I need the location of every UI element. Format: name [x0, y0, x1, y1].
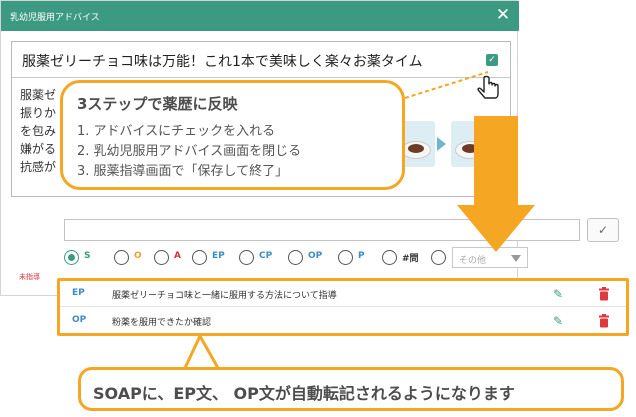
dialog-titlebar: 乳幼児服用アドバイス ✕ — [1, 1, 519, 31]
radio-circle — [288, 250, 303, 265]
radio-label: CP — [259, 251, 273, 261]
soap-radio-group: S O A EP CP OP P #問 — [64, 248, 624, 268]
result-callout: SOAPに、EP文、 OP文が自動転記されるようになります — [78, 367, 624, 411]
row-text: 服薬ゼリーチョコ味と一緒に服用する方法について指導 — [112, 291, 337, 301]
radio-label: S — [84, 251, 91, 261]
radio-circle — [114, 250, 129, 265]
advice-header: 服薬ゼリーチョコ味は万能！これ1本で美味しく楽々お薬タイム ✓ — [12, 42, 510, 78]
steps-heading: 3ステップで薬歴に反映 — [77, 95, 238, 113]
steps-callout: 3ステップで薬歴に反映 1. アドバイスにチェックを入れる 2. 乳幼児服用アド… — [60, 80, 405, 190]
radio-label: EP — [212, 251, 225, 261]
pencil-icon[interactable]: ✎ — [551, 287, 565, 301]
table-row[interactable]: EP 服薬ゼリーチョコ味と一緒に服用する方法について指導 ✎ — [60, 281, 626, 307]
soap-entries: EP 服薬ゼリーチョコ味と一緒に服用する方法について指導 ✎ OP 粉薬を服用で… — [57, 278, 629, 336]
result-message: SOAPに、EP文、 OP文が自動転記されるようになります — [93, 384, 515, 403]
row-text: 粉薬を服用できたか確認 — [112, 318, 212, 328]
arrow-icon — [437, 137, 446, 151]
bowl-image — [451, 121, 489, 167]
chevron-down-icon — [511, 255, 521, 262]
radio-label: P — [358, 251, 365, 261]
row-code: EP — [72, 288, 85, 298]
radio-label: A — [174, 251, 181, 261]
advice-title: 服薬ゼリーチョコ味は万能！これ1本で美味しく楽々お薬タイム — [22, 54, 423, 70]
step-item: 3. 服薬指導画面で「保存して終了」 — [77, 164, 289, 179]
radio-circle — [64, 250, 79, 265]
advice-checkbox[interactable]: ✓ — [486, 54, 498, 66]
radio-label: OP — [308, 251, 323, 261]
other-select-value: その他 — [459, 256, 487, 266]
radio-label: #問 — [402, 254, 419, 264]
radio-circle — [431, 250, 446, 265]
step-item: 2. 乳幼児服用アドバイス画面を閉じる — [77, 144, 302, 159]
trash-icon[interactable] — [598, 287, 610, 301]
radio-label: O — [134, 251, 142, 261]
soap-text-input[interactable] — [64, 219, 580, 241]
close-icon[interactable]: ✕ — [493, 5, 513, 25]
confirm-button[interactable]: ✓ — [587, 218, 619, 242]
radio-circle — [154, 250, 169, 265]
pencil-icon[interactable]: ✎ — [551, 314, 565, 328]
radio-circle — [338, 250, 353, 265]
dialog-title: 乳幼児服用アドバイス — [10, 13, 100, 23]
other-select[interactable]: その他 — [452, 247, 528, 268]
row-code: OP — [72, 315, 87, 325]
step-item: 1. アドバイスにチェックを入れる — [77, 124, 276, 139]
trash-icon[interactable] — [598, 314, 610, 328]
unguided-label: 未指導 — [19, 273, 40, 281]
radio-circle — [192, 250, 207, 265]
food-illustration — [397, 121, 493, 169]
radio-circle — [382, 250, 397, 265]
radio-circle — [239, 250, 254, 265]
table-row[interactable]: OP 粉薬を服用できたか確認 ✎ — [60, 308, 626, 334]
